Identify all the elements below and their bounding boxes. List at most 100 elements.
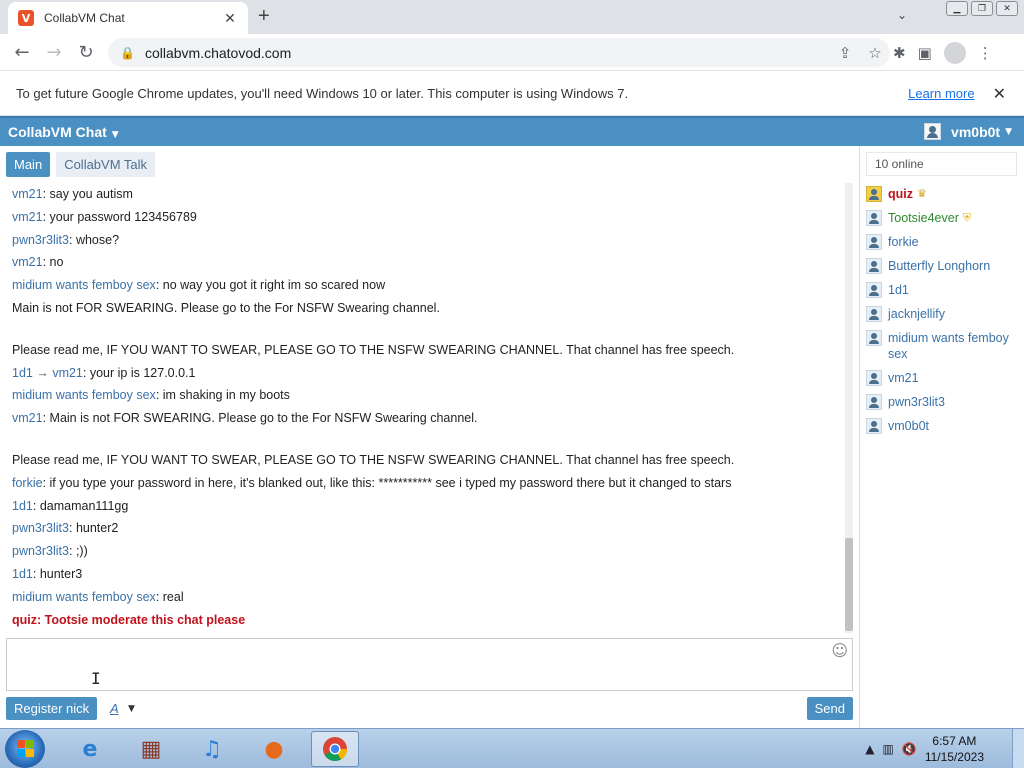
learn-more-link[interactable]: Learn more (908, 86, 974, 101)
user-item[interactable]: Tootsie4ever ⛨ (866, 210, 1021, 226)
profile-avatar[interactable] (943, 42, 966, 64)
online-count: 10 online (866, 152, 1017, 176)
clock[interactable]: 6:57 AM 11/15/2023 (925, 733, 984, 765)
text-format-button[interactable]: A (110, 701, 119, 716)
message-nick[interactable]: forkie (12, 476, 43, 490)
message-nick[interactable]: vm21 (12, 255, 43, 269)
user-name: Tootsie4ever (888, 211, 959, 225)
chrome-menu-icon[interactable]: ⋮ (978, 44, 993, 62)
chat-message: pwn3r3lit3: hunter2 (12, 521, 119, 536)
chat-message: pwn3r3lit3: whose? (12, 232, 120, 247)
user-item[interactable]: vm0b0t (866, 418, 1021, 434)
media-center-icon[interactable]: ▦ (127, 731, 175, 767)
message-nick[interactable]: 1d1 (12, 499, 33, 513)
tab-collabvm-talk[interactable]: CollabVM Talk (56, 152, 156, 177)
send-button[interactable]: Send (806, 697, 853, 720)
chat-title-menu[interactable]: CollabVM Chat ▼ (0, 124, 119, 140)
message-nick[interactable]: vm21 (12, 187, 43, 201)
tab-search-chevron-icon[interactable]: ⌄ (897, 8, 907, 22)
user-item[interactable]: quiz ♛ (866, 186, 1021, 202)
message-text: if you type your password in here, it's … (49, 475, 732, 490)
system-message: Please read me, IF YOU WANT TO SWEAR, PL… (12, 449, 842, 472)
show-desktop-button[interactable] (1012, 729, 1024, 768)
message-nick[interactable]: 1d1 (12, 366, 33, 380)
user-menu[interactable]: vm0b0t ▼ (924, 123, 1012, 140)
message-nick[interactable]: midium wants femboy sex (12, 590, 156, 604)
user-item[interactable]: midium wants femboy sex (866, 330, 1021, 362)
minimize-icon[interactable]: ▁ (946, 1, 968, 16)
browser-tab[interactable]: V CollabVM Chat ✕ (8, 2, 248, 34)
user-item[interactable]: 1d1 (866, 282, 1021, 298)
user-icon (866, 210, 882, 226)
smiley-icon[interactable]: ☺ (831, 641, 848, 660)
show-hidden-icons-icon[interactable]: ▲ (865, 742, 874, 756)
forward-icon[interactable]: → (38, 42, 70, 63)
chat-main: Main CollabVM Talk vm21: say you autism … (0, 146, 859, 728)
chrome-icon[interactable] (311, 731, 359, 767)
message-nick[interactable]: vm21 (12, 411, 43, 425)
user-name: midium wants femboy sex (888, 331, 1009, 361)
message-input[interactable]: ☺ I (6, 638, 853, 691)
clock-time: 6:57 AM (932, 734, 977, 748)
bookmark-star-icon[interactable]: ☆ (860, 44, 890, 62)
chevron-down-icon: ▼ (1005, 126, 1012, 137)
user-item[interactable]: Butterfly Longhorn (866, 258, 1021, 274)
crown-icon: ♛ (917, 187, 927, 200)
chrome-logo-icon (323, 737, 347, 762)
chat-message: midium wants femboy sex: real (12, 589, 184, 604)
new-tab-icon[interactable]: + (258, 6, 270, 26)
system-message: Main is not FOR SWEARING. Please go to t… (12, 297, 842, 320)
message-nick[interactable]: pwn3r3lit3 (12, 544, 69, 558)
lock-icon[interactable]: 🔒 (120, 46, 135, 60)
message-recipient[interactable]: vm21 (52, 366, 83, 380)
volume-muted-icon[interactable]: 🔇 (902, 742, 917, 756)
message-nick[interactable]: quiz (12, 613, 37, 627)
user-name: Butterfly Longhorn (888, 259, 991, 273)
user-item[interactable]: forkie (866, 234, 1021, 250)
close-tab-icon[interactable]: ✕ (222, 10, 238, 27)
address-bar[interactable]: 🔒 collabvm.chatovod.com ⇪ ☆ (108, 38, 890, 67)
itunes-icon[interactable]: ♫ (188, 731, 236, 767)
close-infobar-icon[interactable]: ✕ (993, 84, 1006, 103)
share-icon[interactable]: ⇪ (830, 44, 860, 62)
firefox-icon[interactable]: ● (250, 731, 298, 767)
url-text[interactable]: collabvm.chatovod.com (145, 45, 830, 61)
user-item[interactable]: pwn3r3lit3 (866, 394, 1021, 410)
message-nick[interactable]: pwn3r3lit3 (12, 233, 69, 247)
network-icon[interactable]: ▥ (883, 742, 894, 756)
user-avatar-icon (924, 123, 942, 140)
chat-message: midium wants femboy sex: no way you got … (12, 278, 386, 293)
reload-icon[interactable]: ↻ (70, 42, 102, 63)
message-text: Tootsie moderate this chat please (44, 612, 246, 627)
system-tray: ▲ ▥ 🔇 6:57 AM 11/15/2023 (865, 733, 984, 765)
message-text: hunter2 (75, 521, 119, 536)
message-scrollbar[interactable] (845, 183, 853, 633)
chevron-down-icon[interactable]: ▼ (128, 704, 135, 714)
message-nick[interactable]: midium wants femboy sex (12, 278, 156, 292)
message-nick[interactable]: vm21 (12, 210, 43, 224)
message-text: no (49, 255, 64, 270)
user-icon (866, 394, 882, 410)
message-text: hunter3 (39, 566, 83, 581)
user-item[interactable]: vm21 (866, 370, 1021, 386)
message-nick[interactable]: midium wants femboy sex (12, 388, 156, 402)
tab-main[interactable]: Main (6, 152, 51, 177)
user-item[interactable]: jacknjellify (866, 306, 1021, 322)
register-nick-button[interactable]: Register nick (6, 697, 98, 720)
side-panel-icon[interactable]: ▣ (918, 44, 932, 62)
message-nick[interactable]: 1d1 (12, 567, 33, 581)
restore-icon[interactable]: ❐ (971, 1, 993, 16)
user-list-panel: 10 online quiz ♛ Tootsie4ever ⛨ forkie B… (859, 146, 1024, 728)
internet-explorer-icon[interactable]: e (66, 731, 114, 767)
message-nick[interactable]: pwn3r3lit3 (12, 521, 69, 535)
close-window-icon[interactable]: ✕ (996, 1, 1018, 16)
vivaldi-favicon-icon: V (18, 10, 34, 26)
scrollbar-thumb[interactable] (845, 538, 853, 631)
back-icon[interactable]: ← (6, 42, 38, 63)
message-text: im shaking in my boots (162, 388, 290, 403)
admin-message: quiz: Tootsie moderate this chat please (12, 612, 246, 627)
start-orb-icon[interactable] (5, 730, 45, 768)
browser-toolbar: ← → ↻ 🔒 collabvm.chatovod.com ⇪ ☆ ✱ ▣ ⋮ (0, 34, 1024, 71)
extensions-icon[interactable]: ✱ (893, 44, 906, 62)
user-name: vm21 (888, 371, 919, 385)
